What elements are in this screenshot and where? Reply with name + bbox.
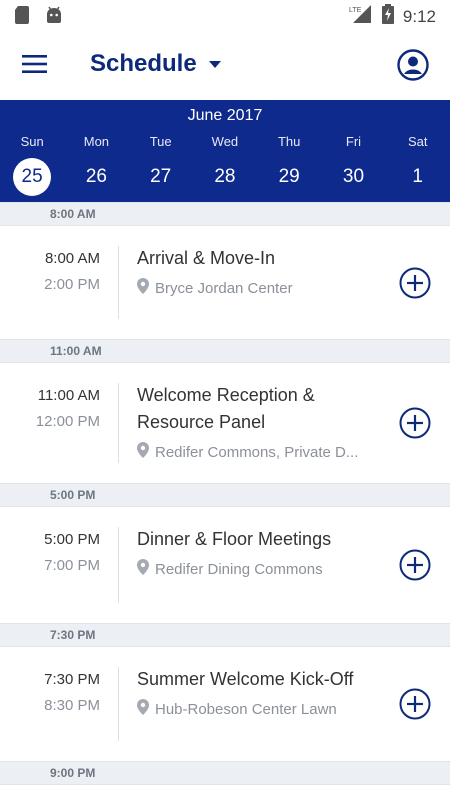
event-title: Summer Welcome Kick-Off <box>137 669 354 689</box>
day-number: 27 <box>150 166 172 187</box>
day-wed[interactable]: Wed 28 <box>193 134 257 194</box>
location-pin-icon <box>137 699 149 719</box>
network-label: LTE <box>349 7 362 14</box>
day-tue[interactable]: Tue 27 <box>129 134 193 194</box>
clock: 9:12 <box>402 6 436 26</box>
event-divider <box>118 246 119 319</box>
event-end-time: 7:00 PM <box>44 557 100 574</box>
event-end-time: 2:00 PM <box>44 276 100 293</box>
location-pin-icon <box>137 442 149 462</box>
day-of-week-label: Thu <box>277 134 301 149</box>
event-location: Hub-Robeson Center Lawn <box>137 699 377 719</box>
schedule-dropdown[interactable]: Schedule <box>90 50 221 78</box>
event-title: Arrival & Move-In <box>137 248 276 268</box>
event-times: 11:00 AM 12:00 PM <box>0 387 100 430</box>
day-number: 28 <box>214 166 236 187</box>
event-info: Dinner & Floor Meetings Redifer Dining Co… <box>137 526 377 579</box>
day-of-week-label: Tue <box>149 134 172 149</box>
page-title: Schedule <box>90 50 197 77</box>
day-of-week-label: Wed <box>211 134 239 149</box>
event-row[interactable]: 7:30 PM 8:30 PM Summer Welcome Kick-Off Hub… <box>0 647 450 761</box>
battery-charging-icon <box>381 4 394 29</box>
day-number: 1 <box>412 166 423 187</box>
event-end-time: 12:00 PM <box>35 413 100 430</box>
event-info: Arrival & Move-In Bryce Jordan Center <box>137 245 377 298</box>
time-section-header: 9:00 PM <box>0 761 450 785</box>
android-icon <box>44 5 64 30</box>
event-title: Welcome Reception & Resource Panel <box>137 385 315 432</box>
day-of-week-label: Sat <box>407 134 428 149</box>
time-section-header: 5:00 PM <box>0 483 450 507</box>
event-info: Summer Welcome Kick-Off Hub-Robeson Cente… <box>137 666 377 719</box>
day-sun[interactable]: Sun 25 <box>0 134 64 196</box>
event-times: 7:30 PM 8:30 PM <box>0 671 100 714</box>
event-start-time: 11:00 AM <box>37 387 100 404</box>
week-calendar: June 2017 Sun 25 Mon 26 Tue 27 Wed 28 Thu 29 Fri 30… <box>0 100 450 202</box>
event-location: Redifer Commons, Private D... <box>137 442 377 462</box>
day-fri[interactable]: Fri 30 <box>321 134 385 194</box>
day-of-week-label: Sun <box>20 134 44 149</box>
event-info: Welcome Reception & Resource Panel Redife… <box>137 382 377 462</box>
day-of-week-label: Mon <box>83 134 110 149</box>
event-row[interactable]: 8:00 AM 2:00 PM Arrival & Move-In Bryce Jor… <box>0 226 450 339</box>
day-sat[interactable]: Sat 1 <box>386 134 450 194</box>
location-pin-icon <box>137 278 149 298</box>
add-event-plus-icon[interactable] <box>399 549 431 581</box>
event-location-text: Hub-Robeson Center Lawn <box>155 700 337 718</box>
day-strip: Sun 25 Mon 26 Tue 27 Wed 28 Thu 29 Fri 30 Sat 1 <box>0 134 450 196</box>
event-location-text: Bryce Jordan Center <box>155 279 293 297</box>
status-bar: LTE 9:12 <box>0 0 450 30</box>
time-section-header: 11:00 AM <box>0 339 450 363</box>
hamburger-menu-icon[interactable] <box>22 53 48 75</box>
event-divider <box>118 527 119 603</box>
day-of-week-label: Fri <box>345 134 362 149</box>
event-row[interactable]: 11:00 AM 12:00 PM Welcome Reception & Reso… <box>0 363 450 483</box>
event-divider <box>118 667 119 741</box>
day-number: 26 <box>85 166 107 187</box>
event-location: Redifer Dining Commons <box>137 559 377 579</box>
day-thu[interactable]: Thu 29 <box>257 134 321 194</box>
caret-down-icon <box>208 60 221 68</box>
event-times: 8:00 AM 2:00 PM <box>0 250 100 293</box>
event-end-time: 8:30 PM <box>44 697 100 714</box>
event-start-time: 7:30 PM <box>44 671 100 688</box>
event-times: 5:00 PM 7:00 PM <box>0 531 100 574</box>
event-location-text: Redifer Commons, Private D... <box>155 443 359 461</box>
event-location-text: Redifer Dining Commons <box>155 560 323 578</box>
selected-day-number: 25 <box>13 158 52 196</box>
sd-card-icon <box>14 5 30 30</box>
schedule-list[interactable]: 8:00 AM 8:00 AM 2:00 PM Arrival & Move-In Br… <box>0 202 450 785</box>
location-pin-icon <box>137 559 149 579</box>
app-bar: Schedule <box>0 30 450 100</box>
month-label: June 2017 <box>187 107 263 124</box>
event-divider <box>118 383 119 463</box>
add-event-plus-icon[interactable] <box>399 688 431 720</box>
time-section-header: 8:00 AM <box>0 202 450 226</box>
account-circle-icon[interactable] <box>397 49 429 81</box>
day-mon[interactable]: Mon 26 <box>64 134 128 194</box>
event-start-time: 5:00 PM <box>44 531 100 548</box>
event-row[interactable]: 5:00 PM 7:00 PM Dinner & Floor Meetings Red… <box>0 507 450 623</box>
event-start-time: 8:00 AM <box>44 250 100 267</box>
event-title: Dinner & Floor Meetings <box>137 529 332 549</box>
signal-icon: LTE <box>349 4 373 29</box>
day-number: 30 <box>342 166 365 187</box>
day-number: 29 <box>278 166 300 187</box>
add-event-plus-icon[interactable] <box>399 267 431 299</box>
add-event-plus-icon[interactable] <box>399 407 431 439</box>
time-section-header: 7:30 PM <box>0 623 450 647</box>
event-location: Bryce Jordan Center <box>137 278 377 298</box>
